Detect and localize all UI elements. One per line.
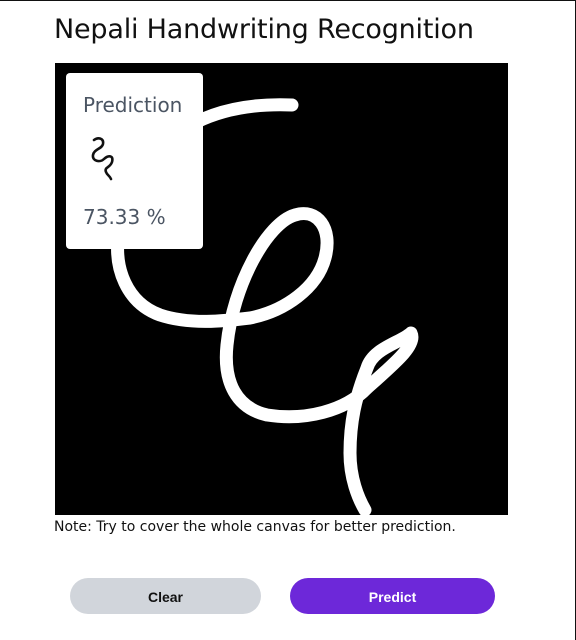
canvas-note: Note: Try to cover the whole canvas for …: [54, 519, 456, 535]
prediction-confidence: 73.33 %: [83, 205, 166, 229]
prediction-card: Prediction ध 73.33 %: [66, 73, 203, 249]
prediction-label: Prediction: [83, 93, 183, 117]
predict-button[interactable]: Predict: [290, 578, 495, 614]
clear-button[interactable]: Clear: [70, 578, 261, 614]
window-top-border: [0, 0, 576, 1]
predicted-character-glyph: [91, 137, 114, 181]
predicted-character: ध: [88, 135, 124, 185]
page-title: Nepali Handwriting Recognition: [54, 14, 474, 45]
